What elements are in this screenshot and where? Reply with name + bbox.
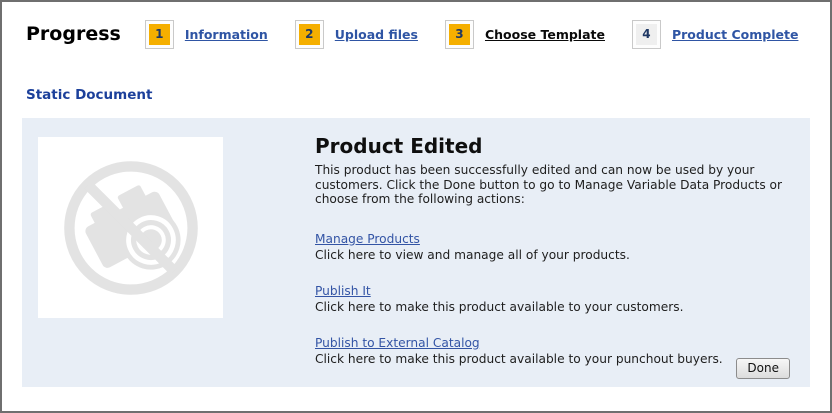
manage-products-link[interactable]: Manage Products	[315, 232, 420, 246]
step-number-box: 2	[295, 20, 324, 49]
product-thumbnail-placeholder	[38, 137, 223, 318]
progress-title: Progress	[26, 23, 121, 45]
wizard-window: Progress 1 Information 2 Upload files 3 …	[0, 0, 832, 413]
step-number-box: 3	[445, 20, 474, 49]
progress-step-upload-files: 2 Upload files	[295, 20, 418, 49]
step-number: 2	[299, 24, 320, 45]
step-link-information[interactable]: Information	[185, 27, 268, 42]
result-content: Product Edited This product has been suc…	[315, 134, 807, 384]
action-description: Click here to make this product availabl…	[315, 300, 807, 315]
action-manage-products: Manage Products Click here to view and m…	[315, 228, 807, 263]
publish-external-catalog-link[interactable]: Publish to External Catalog	[315, 336, 480, 350]
progress-step-choose-template: 3 Choose Template	[445, 20, 605, 49]
progress-step-information: 1 Information	[145, 20, 268, 49]
result-description: This product has been successfully edite…	[315, 163, 807, 207]
done-button[interactable]: Done	[736, 358, 790, 379]
step-number-box: 4	[632, 20, 661, 49]
progress-step-product-complete: 4 Product Complete	[632, 20, 798, 49]
step-link-choose-template[interactable]: Choose Template	[485, 27, 605, 42]
content-panel: Product Edited This product has been suc…	[22, 118, 810, 387]
step-link-product-complete[interactable]: Product Complete	[672, 27, 798, 42]
step-number: 1	[149, 24, 170, 45]
action-publish-it: Publish It Click here to make this produ…	[315, 280, 807, 315]
action-description: Click here to make this product availabl…	[315, 352, 807, 367]
action-description: Click here to view and manage all of you…	[315, 248, 807, 263]
step-number: 3	[449, 24, 470, 45]
publish-it-link[interactable]: Publish It	[315, 284, 371, 298]
action-publish-external-catalog: Publish to External Catalog Click here t…	[315, 332, 807, 367]
section-title: Static Document	[26, 87, 830, 103]
no-camera-icon	[55, 152, 207, 304]
progress-bar: Progress 1 Information 2 Upload files 3 …	[26, 18, 830, 50]
result-heading: Product Edited	[315, 134, 807, 158]
step-link-upload-files[interactable]: Upload files	[335, 27, 418, 42]
step-number-box: 1	[145, 20, 174, 49]
step-number: 4	[636, 24, 657, 45]
action-list: Manage Products Click here to view and m…	[315, 228, 807, 367]
